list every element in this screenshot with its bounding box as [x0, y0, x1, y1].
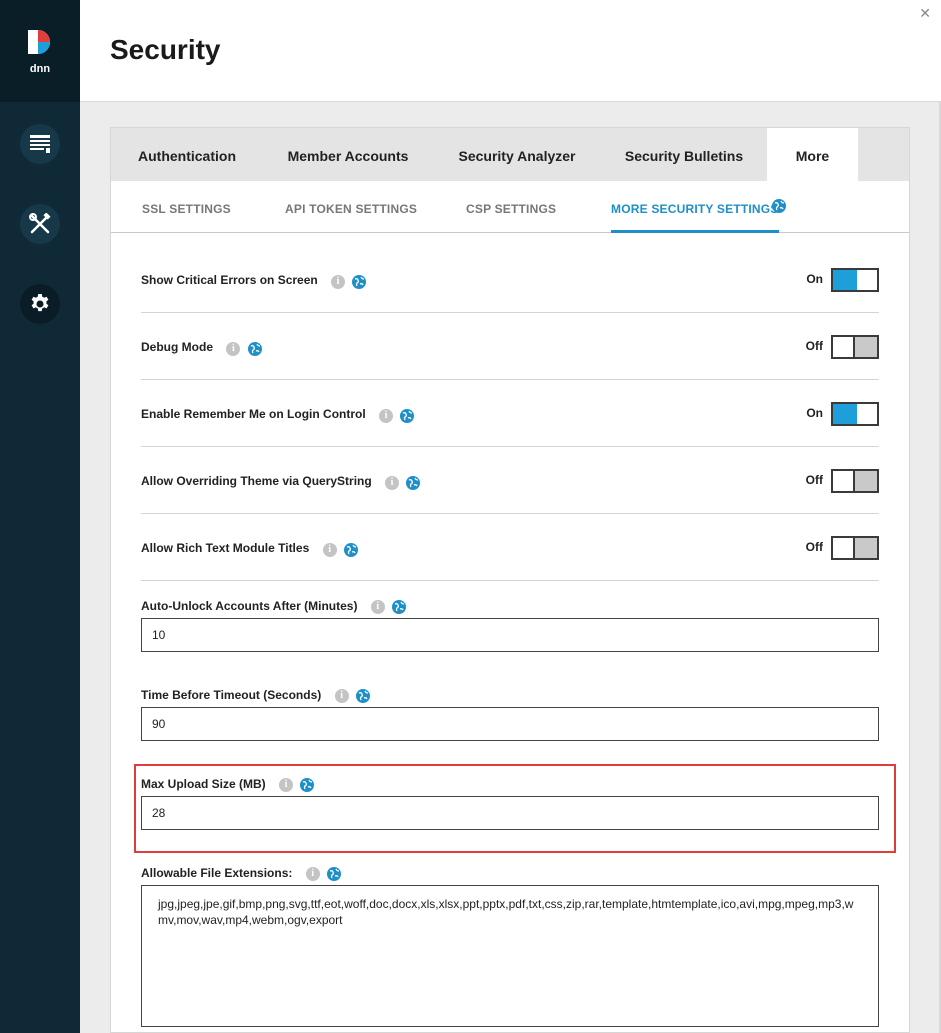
setting-row-remember-me: Enable Remember Me on Login Control i On: [141, 380, 879, 447]
gear-icon: [31, 294, 49, 312]
subtab-bar: SSL SETTINGS API TOKEN SETTINGS CSP SETT…: [111, 181, 909, 233]
toggle-switch[interactable]: [831, 402, 879, 426]
info-icon[interactable]: i: [279, 778, 294, 793]
sidebar: dnn: [0, 0, 80, 1033]
toggle-switch[interactable]: [831, 469, 879, 493]
tab-more[interactable]: More: [767, 128, 858, 181]
page-title: Security: [110, 34, 221, 65]
globe-icon: [327, 867, 342, 882]
setting-row-override-theme: Allow Overriding Theme via QueryString i…: [141, 447, 879, 514]
sidebar-item-settings[interactable]: [20, 284, 60, 324]
toggle-state-text: Off: [805, 473, 823, 487]
globe-icon: [355, 689, 370, 704]
toggle-state-text: Off: [805, 339, 823, 353]
page-header: Security ✕: [80, 0, 941, 102]
content-icon: [30, 135, 50, 153]
setting-row-debug-mode: Debug Mode i Off: [141, 313, 879, 380]
toggle-switch[interactable]: [831, 268, 879, 292]
file-extensions-textarea[interactable]: jpg,jpeg,jpe,gif,bmp,png,svg,ttf,eot,wof…: [141, 885, 879, 1027]
globe-icon: [772, 199, 786, 213]
svg-text:dnn: dnn: [30, 63, 50, 75]
subtab-more-security-settings[interactable]: MORE SECURITY SETTINGS: [611, 181, 779, 233]
close-icon[interactable]: ✕: [919, 6, 931, 22]
setting-row-show-critical-errors: Show Critical Errors on Screen i On: [141, 246, 879, 313]
globe-icon: [406, 475, 421, 490]
info-icon[interactable]: i: [226, 341, 241, 356]
setting-label: Allow Rich Text Module Titles: [141, 541, 310, 555]
setting-label: Debug Mode: [141, 340, 213, 354]
dnn-logo[interactable]: dnn: [24, 28, 56, 76]
toggle-state-text: On: [806, 272, 823, 286]
logo-area: dnn: [0, 0, 80, 102]
globe-icon: [343, 542, 358, 557]
globe-icon: [352, 274, 367, 289]
globe-icon: [300, 778, 315, 793]
globe-icon: [392, 600, 407, 615]
globe-icon: [247, 341, 262, 356]
setting-label: Allow Overriding Theme via QueryString: [141, 474, 372, 488]
globe-icon: [400, 408, 415, 423]
sidebar-item-content[interactable]: [20, 124, 60, 164]
info-icon[interactable]: i: [385, 475, 400, 490]
setting-label: Show Critical Errors on Screen: [141, 273, 318, 287]
timeout-input[interactable]: 90: [141, 707, 879, 741]
subtab-csp-settings[interactable]: CSP SETTINGS: [466, 181, 556, 233]
auto-unlock-label: Auto-Unlock Accounts After (Minutes) i: [141, 599, 407, 615]
tools-icon: [29, 213, 51, 234]
tab-security-bulletins[interactable]: Security Bulletins: [601, 128, 767, 181]
info-icon[interactable]: i: [305, 867, 320, 882]
setting-row-rich-text-titles: Allow Rich Text Module Titles i Off: [141, 514, 879, 581]
file-extensions-label: Allowable File Extensions: i: [141, 866, 342, 882]
tab-member-accounts[interactable]: Member Accounts: [263, 128, 433, 181]
tab-bar: Authentication Member Accounts Security …: [111, 128, 909, 181]
max-upload-label: Max Upload Size (MB) i: [141, 777, 315, 793]
sidebar-item-tools[interactable]: [20, 204, 60, 244]
subtab-api-token-settings[interactable]: API TOKEN SETTINGS: [285, 181, 417, 233]
info-icon[interactable]: i: [370, 600, 385, 615]
auto-unlock-input[interactable]: 10: [141, 618, 879, 652]
toggle-switch[interactable]: [831, 335, 879, 359]
toggle-switch[interactable]: [831, 536, 879, 560]
info-icon[interactable]: i: [322, 542, 337, 557]
security-panel: Authentication Member Accounts Security …: [110, 127, 910, 1033]
setting-label: Enable Remember Me on Login Control: [141, 407, 366, 421]
info-icon[interactable]: i: [334, 689, 349, 704]
max-upload-input[interactable]: 28: [141, 796, 879, 830]
tab-security-analyzer[interactable]: Security Analyzer: [433, 128, 601, 181]
info-icon[interactable]: i: [379, 408, 394, 423]
info-icon[interactable]: i: [331, 274, 346, 289]
timeout-label: Time Before Timeout (Seconds) i: [141, 688, 370, 704]
tab-authentication[interactable]: Authentication: [111, 128, 263, 181]
toggle-state-text: Off: [805, 540, 823, 554]
toggle-state-text: On: [806, 406, 823, 420]
subtab-ssl-settings[interactable]: SSL SETTINGS: [142, 181, 231, 233]
